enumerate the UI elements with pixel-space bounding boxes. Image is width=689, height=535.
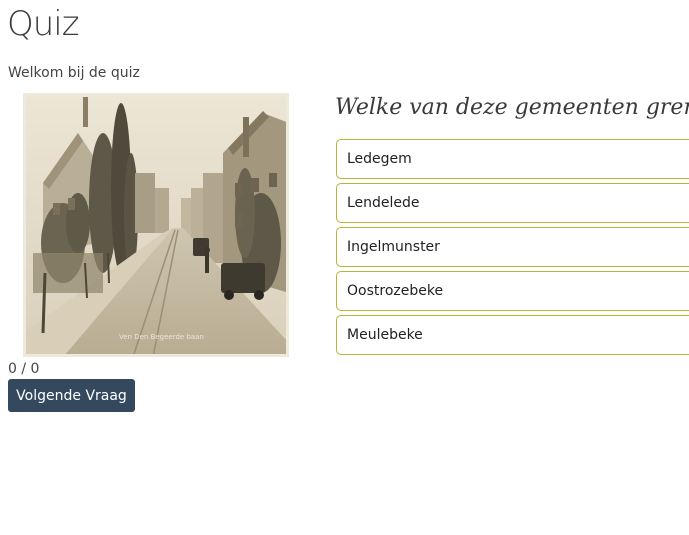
score-counter: 0 / 0	[8, 361, 40, 377]
answer-option[interactable]: Meulebeke	[336, 315, 689, 355]
answer-option[interactable]: Ledegem	[336, 139, 689, 179]
quiz-intro-text: Welkom bij de quiz	[8, 65, 140, 81]
historic-street-photo: Ven Den Begeerde baan	[23, 93, 289, 357]
answer-list: Ledegem Lendelede Ingelmunster Oostrozeb…	[336, 139, 689, 359]
next-question-button[interactable]: Volgende Vraag	[8, 379, 135, 412]
answer-option[interactable]: Lendelede	[336, 183, 689, 223]
question-text: Welke van deze gemeenten grenst	[335, 95, 689, 120]
page-title: Quiz	[7, 4, 80, 44]
question-photo: Ven Den Begeerde baan	[23, 93, 289, 357]
answer-option[interactable]: Oostrozebeke	[336, 271, 689, 311]
answer-option[interactable]: Ingelmunster	[336, 227, 689, 267]
photo-caption: Ven Den Begeerde baan	[119, 333, 204, 341]
